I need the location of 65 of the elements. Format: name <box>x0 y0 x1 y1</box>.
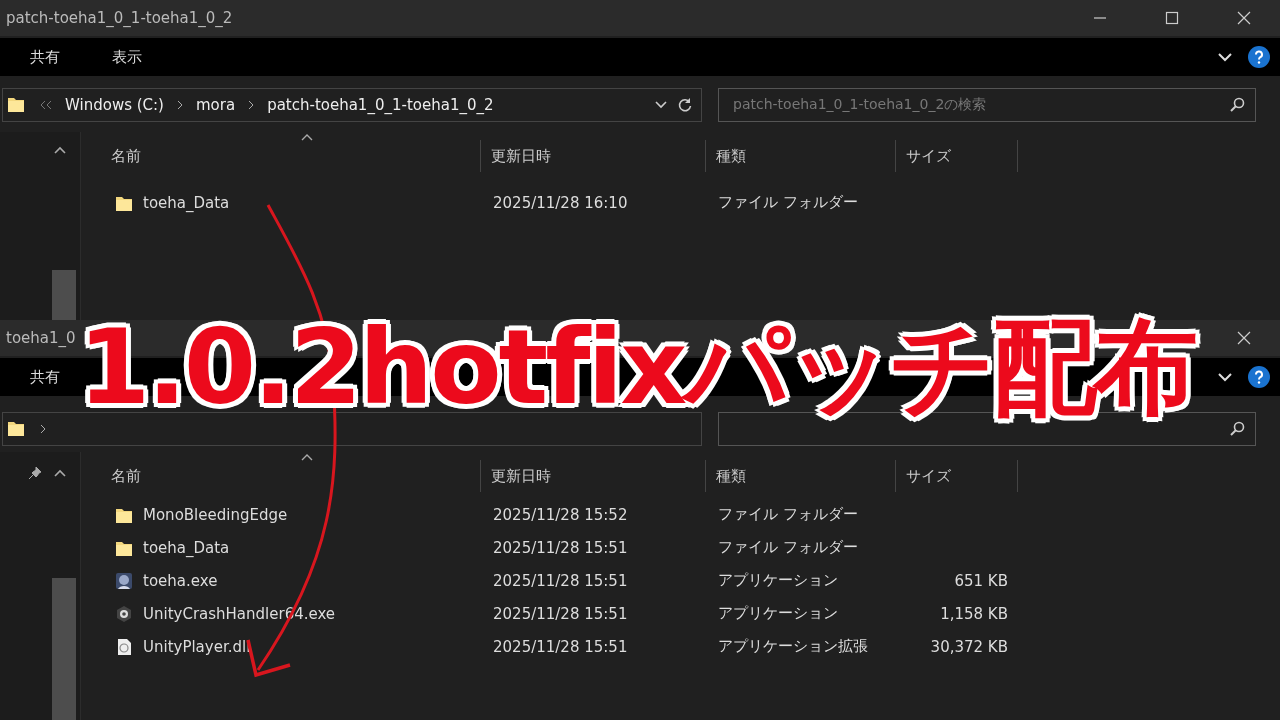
column-header[interactable]: 種類 <box>706 460 896 492</box>
type-cell-text: アプリケーション拡張 <box>717 637 869 656</box>
breadcrumb-item[interactable]: patch-toeha1_0_1-toeha1_0_2 <box>267 96 494 114</box>
type-cell-text: アプリケーション <box>717 604 839 623</box>
column-header[interactable]: サイズ <box>896 460 1018 492</box>
date-cell-text: 2025/11/28 15:52 <box>492 505 629 524</box>
column-header[interactable]: 種類 <box>706 140 896 172</box>
column-header[interactable]: 更新日時 <box>481 140 706 172</box>
breadcrumb-item[interactable]: Windows (C:) <box>65 96 164 114</box>
search-field[interactable]: patch-toeha1_0_1-toeha1_0_2の検索 <box>718 88 1256 122</box>
chevron-up-icon[interactable] <box>54 469 66 477</box>
ribbon-tab[interactable]: 共有 <box>0 47 82 67</box>
folder-icon <box>7 419 27 439</box>
type-cell-text: ファイル フォルダー <box>717 538 859 557</box>
ribbon-tab[interactable]: 表示 <box>82 47 164 67</box>
sort-caret-icon <box>301 454 313 461</box>
double-chevron-icon <box>39 100 53 110</box>
type-cell-text: アプリケーション <box>717 571 839 590</box>
column-header[interactable]: サイズ <box>896 140 1018 172</box>
date-cell-text: 2025/11/28 15:51 <box>492 538 629 557</box>
ribbon-tab[interactable]: 共有 <box>0 367 82 387</box>
file-name[interactable]: toeha_Data <box>143 193 230 212</box>
date-cell-text: 2025/11/28 16:10 <box>492 193 629 212</box>
date-cell-text: 2025/11/28 15:51 <box>492 571 629 590</box>
help-icon[interactable] <box>1248 366 1270 388</box>
search-icon[interactable] <box>1229 97 1245 113</box>
chevron-right-icon <box>175 100 184 110</box>
breadcrumb-item[interactable]: mora <box>195 96 236 114</box>
file-name[interactable]: toeha.exe <box>143 571 218 590</box>
scrollbar-thumb[interactable] <box>52 578 76 720</box>
date-cell-text: 2025/11/28 15:51 <box>492 604 629 623</box>
pin-icon[interactable] <box>28 466 42 480</box>
address-bar[interactable]: Windows (C:) mora patch-toeha1_0_1-toeha1_0_2 <box>2 88 702 122</box>
help-icon[interactable] <box>1248 46 1270 68</box>
file-name[interactable]: MonoBleedingEdge <box>143 505 288 524</box>
app-icon <box>115 571 133 590</box>
chevron-down-icon[interactable] <box>655 101 667 109</box>
size-cell-text: 1,158 KB <box>939 604 1009 623</box>
size-cell-text: 651 KB <box>953 571 1009 590</box>
folder-icon <box>7 95 27 115</box>
column-header[interactable]: 名前 <box>81 140 481 172</box>
search-icon[interactable] <box>1229 421 1245 437</box>
chevron-up-icon[interactable] <box>54 146 66 154</box>
window-title: patch-toeha1_0_1-toeha1_0_2 <box>6 9 233 27</box>
type-cell-text: ファイル フォルダー <box>717 505 859 524</box>
close-icon[interactable] <box>1236 10 1252 26</box>
chevron-right-icon <box>39 424 47 434</box>
maximize-icon[interactable] <box>1164 10 1180 26</box>
date-cell-text: 2025/11/28 15:51 <box>492 637 629 656</box>
file-name[interactable]: toeha_Data <box>143 538 230 557</box>
chevron-down-icon[interactable] <box>1218 52 1232 62</box>
scrollbar-thumb[interactable] <box>52 270 76 320</box>
column-header[interactable]: 名前 <box>81 460 481 492</box>
file-name[interactable]: UnityPlayer.dll <box>143 637 251 656</box>
document-icon <box>115 637 133 656</box>
window-title: toeha1_0 <box>6 329 76 347</box>
size-cell-text: 30,372 KB <box>929 637 1009 656</box>
refresh-icon[interactable] <box>677 97 693 113</box>
gear-icon <box>115 604 133 623</box>
type-cell-text: ファイル フォルダー <box>717 193 859 212</box>
chevron-down-icon[interactable] <box>1218 372 1232 382</box>
close-icon[interactable] <box>1236 330 1252 346</box>
sort-caret-icon <box>301 134 313 141</box>
chevron-right-icon <box>247 100 256 110</box>
column-header[interactable]: 更新日時 <box>481 460 706 492</box>
